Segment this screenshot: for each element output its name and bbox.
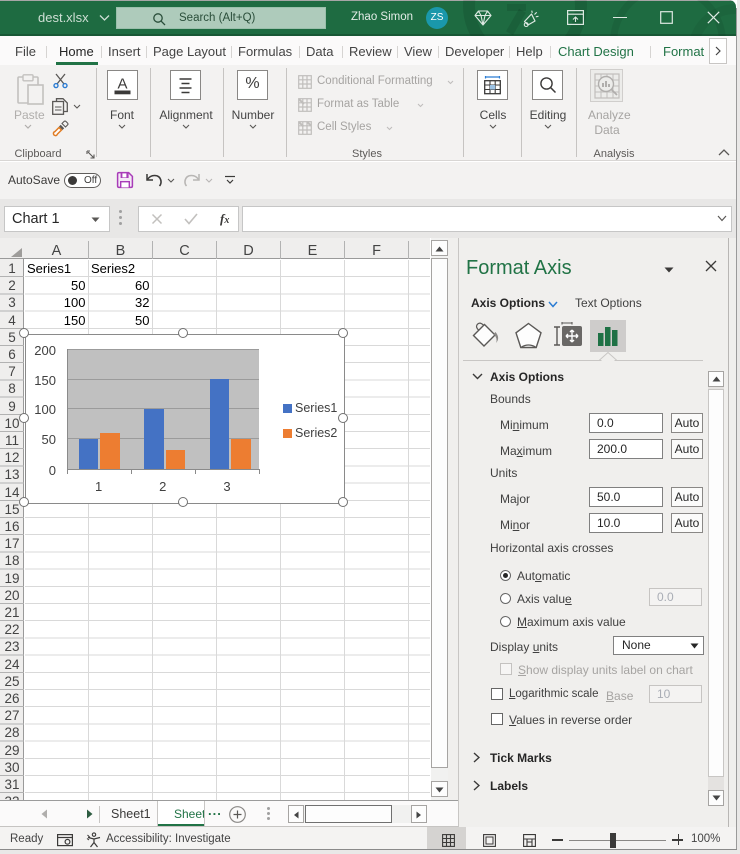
svg-text:A: A — [117, 76, 127, 93]
